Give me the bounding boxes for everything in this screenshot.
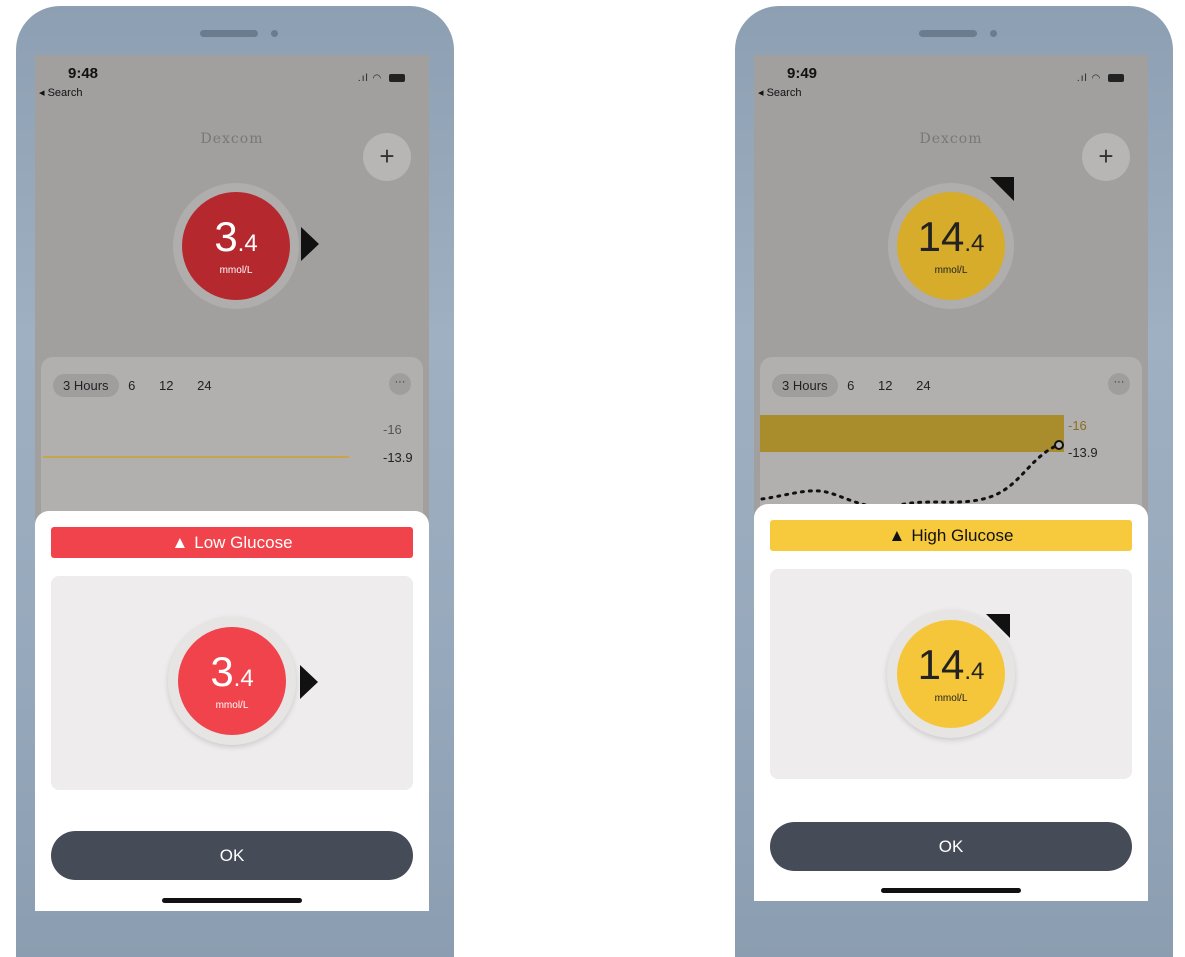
alert-glucose-unit: mmol/L [934,693,968,704]
warning-triangle-icon: ▲ [171,533,189,552]
phone-screen-high: 9:49 ◂ Search .ıl ◠ Dexcom + 14.4 mmol/L… [754,55,1148,901]
tab-24-hours[interactable]: 24 [197,378,211,393]
warning-triangle-icon: ▲ [888,526,906,545]
signal-icon: .ıl [1076,73,1088,84]
status-time: 9:49 [787,65,818,82]
right-phone: 9:49 ◂ Search .ıl ◠ Dexcom + 14.4 mmol/L… [735,6,1173,957]
alert-reading-panel: 3.4 mmol/L [51,576,413,790]
glucose-reading-dial[interactable]: 14.4 mmol/L [897,192,1005,300]
glucose-reading-dial[interactable]: 3.4 mmol/L [182,192,290,300]
speaker-grille [200,30,258,37]
home-indicator[interactable] [881,888,1021,893]
high-glucose-alert-sheet: ▲ High Glucose 14.4 mmol/L OK [754,504,1148,901]
add-event-button[interactable]: + [1082,133,1130,181]
status-icons: .ıl ◠ [1077,73,1124,84]
left-phone: 9:48 ◂ Search .ıl ◠ Dexcom + 3.4 mmol/L … [16,6,454,957]
alert-glucose-value: 14.4 [917,641,985,688]
speaker-grille [919,30,977,37]
trend-arrow-up-right-icon [990,177,1014,201]
ok-button[interactable]: OK [770,822,1132,871]
high-threshold-line [43,456,349,458]
battery-icon [1108,74,1124,83]
signal-icon: .ıl [357,73,369,84]
alert-banner: ▲ Low Glucose [51,527,413,558]
front-camera [990,30,997,37]
tab-3-hours[interactable]: 3 Hours [53,374,119,397]
add-event-button[interactable]: + [363,133,411,181]
alert-title: High Glucose [911,526,1014,545]
glucose-unit: mmol/L [934,265,968,276]
home-indicator[interactable] [162,898,302,903]
more-options-button[interactable]: ··· [1108,373,1130,395]
front-camera [271,30,278,37]
ok-button[interactable]: OK [51,831,413,880]
trend-arrow-up-right-icon [986,614,1010,638]
back-to-search-link[interactable]: ◂ Search [758,86,801,99]
alert-glucose-unit: mmol/L [215,700,249,711]
status-icons: .ıl ◠ [358,73,405,84]
tab-24-hours[interactable]: 24 [916,378,930,393]
more-options-button[interactable]: ··· [389,373,411,395]
y-label-target: -13.9 [383,450,413,465]
trend-arrow-right-icon [301,227,319,261]
status-time: 9:48 [68,65,99,82]
alert-glucose-dial: 3.4 mmol/L [178,627,286,735]
phone-screen-low: 9:48 ◂ Search .ıl ◠ Dexcom + 3.4 mmol/L … [35,55,429,911]
tab-3-hours[interactable]: 3 Hours [772,374,838,397]
wifi-icon: ◠ [372,73,383,84]
tab-6-hours[interactable]: 6 [128,378,135,393]
back-to-search-link[interactable]: ◂ Search [39,86,82,99]
alert-glucose-value: 3.4 [210,648,254,695]
time-range-tabs: 3 Hours 6 12 24 [53,374,232,397]
tab-12-hours[interactable]: 12 [878,378,892,393]
tab-12-hours[interactable]: 12 [159,378,173,393]
glucose-value: 3.4 [214,213,258,260]
low-glucose-alert-sheet: ▲ Low Glucose 3.4 mmol/L OK [35,511,429,911]
alert-banner: ▲ High Glucose [770,520,1132,551]
y-label-high: -16 [1068,418,1087,433]
tab-6-hours[interactable]: 6 [847,378,854,393]
trend-arrow-right-icon [300,665,318,699]
battery-icon [389,74,405,83]
alert-reading-panel: 14.4 mmol/L [770,569,1132,779]
alert-title: Low Glucose [194,533,293,552]
glucose-unit: mmol/L [219,265,253,276]
glucose-value: 14.4 [917,213,985,260]
glucose-graph-card: 3 Hours 6 12 24 ··· -16 -13.9 •••• [41,357,423,537]
wifi-icon: ◠ [1091,73,1102,84]
time-range-tabs: 3 Hours 6 12 24 [772,374,951,397]
y-label-high: -16 [383,422,402,437]
